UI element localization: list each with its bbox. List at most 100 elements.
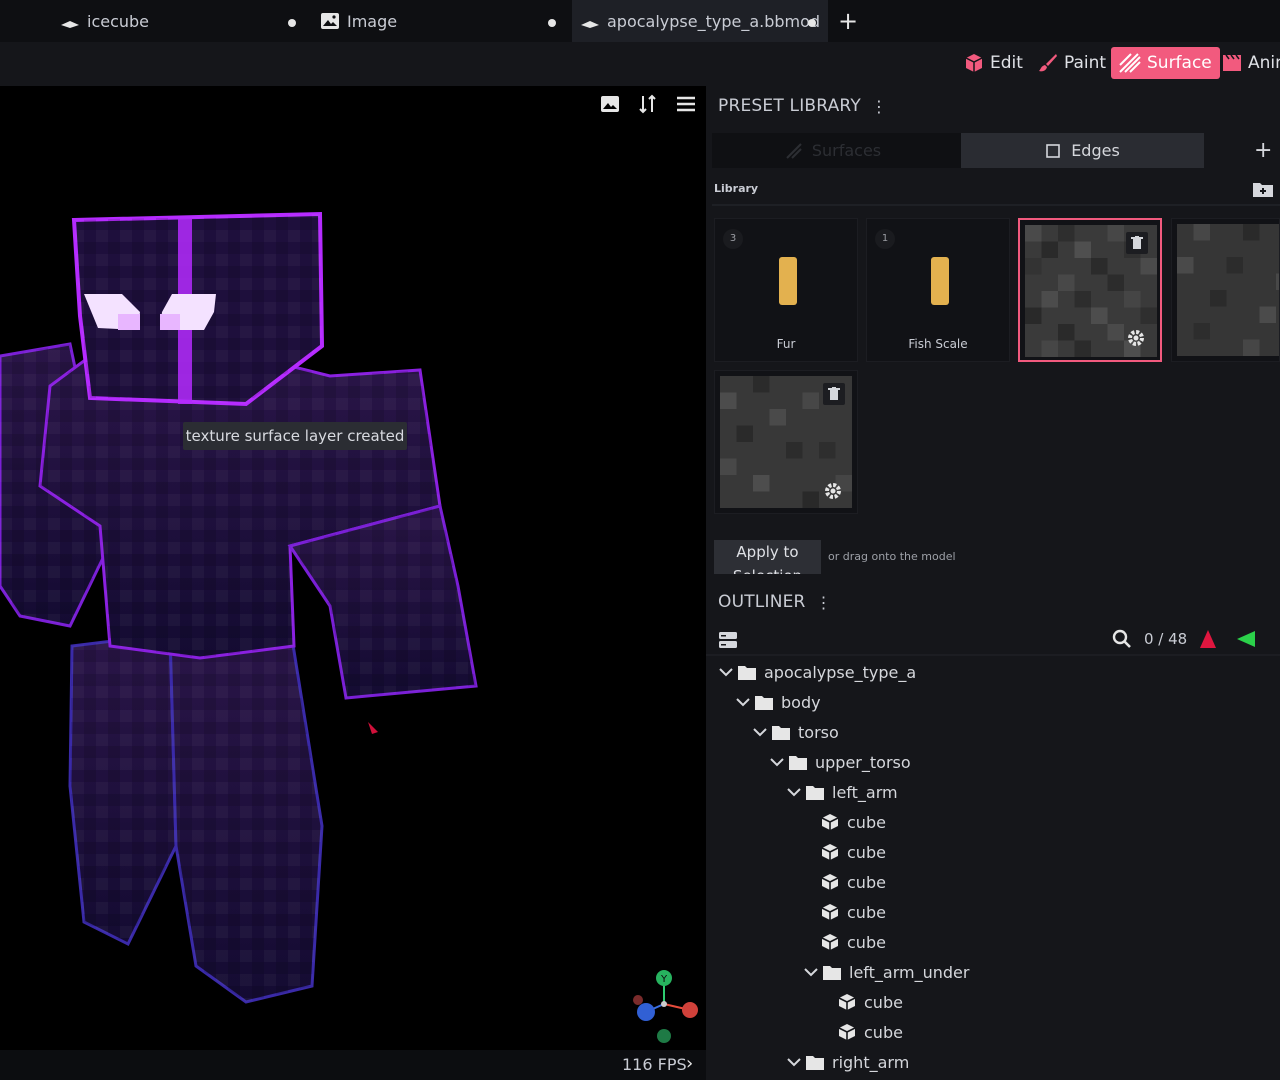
folder-icon [806, 1055, 824, 1070]
folder-icon [772, 725, 790, 740]
chevron-down-icon[interactable] [718, 667, 734, 677]
unsaved-dot-icon[interactable] [548, 19, 556, 27]
outliner-row-label: body [781, 692, 821, 712]
tab-surfaces-label: Surfaces [811, 141, 882, 160]
chevron-down-icon[interactable] [786, 787, 802, 797]
unsaved-dot-icon[interactable] [808, 19, 816, 27]
outliner-cube-row[interactable]: cube [821, 927, 886, 957]
tab-edges[interactable]: Edges [961, 133, 1204, 168]
preset-card-texture[interactable] [1171, 218, 1280, 362]
outliner-cube-row[interactable]: cube [838, 1017, 903, 1047]
outliner-title: OUTLINER [718, 592, 806, 612]
preset-card-texture-selected[interactable] [1018, 218, 1162, 362]
green-triangle-icon[interactable] [1236, 630, 1256, 648]
preset-card-fish-scale[interactable]: 1 Fish Scale [866, 218, 1010, 362]
cube-icon [821, 903, 839, 921]
list-view-icon[interactable] [718, 630, 738, 650]
search-icon[interactable] [1112, 629, 1132, 649]
tab-surfaces[interactable]: Surfaces [712, 133, 955, 168]
outliner-header: OUTLINER ⋮ [718, 592, 832, 612]
clapperboard-icon [1223, 54, 1241, 71]
gizmo-y-label: Y [660, 974, 668, 985]
gear-icon[interactable] [1124, 326, 1148, 350]
apply-hint-text: or drag onto the model [828, 550, 956, 563]
outliner-row-label: cube [847, 902, 886, 922]
axis-gizmo[interactable]: Y [626, 964, 702, 1044]
outliner-row-label: cube [864, 1022, 903, 1042]
red-triangle-icon[interactable] [1198, 629, 1218, 649]
chevron-down-icon[interactable] [786, 1057, 802, 1067]
tab-edges-label: Edges [1071, 141, 1120, 160]
folder-add-icon[interactable] [1252, 180, 1274, 198]
library-section-label: Library [714, 182, 759, 195]
square-outline-icon [1046, 143, 1060, 158]
folder-icon [806, 785, 824, 800]
tab-apocalypse-bbmod[interactable]: apocalypse_type_a.bbmod [572, 0, 828, 42]
chevron-down-icon[interactable] [803, 967, 819, 977]
chevron-down-icon[interactable] [769, 757, 785, 767]
cube-icon [821, 813, 839, 831]
outliner-group-row[interactable]: upper_torso [769, 747, 911, 777]
new-tab-plus-icon[interactable]: + [836, 8, 860, 34]
divider [712, 204, 1280, 206]
gear-icon[interactable] [821, 479, 845, 503]
chevron-down-icon[interactable] [752, 727, 768, 737]
outliner-row-label: left_arm_under [849, 962, 970, 982]
cube-icon [821, 873, 839, 891]
sort-arrows-icon[interactable] [634, 90, 662, 118]
outliner-group-row[interactable]: body [735, 687, 821, 717]
outliner-cube-row[interactable]: cube [838, 987, 903, 1017]
cube-icon [821, 933, 839, 951]
unsaved-dot-icon[interactable] [288, 19, 296, 27]
mode-paint-label: Paint [1064, 53, 1107, 73]
3d-viewport[interactable]: texture surface layer created Y [0, 86, 706, 1050]
notification-toast: texture surface layer created [183, 422, 407, 450]
outliner-cube-row[interactable]: cube [821, 867, 886, 897]
preset-card-label: Fur [776, 337, 796, 351]
outliner-row-label: cube [847, 932, 886, 952]
chevron-right-icon[interactable]: › [686, 1053, 693, 1074]
mode-animate-button[interactable]: Anim [1214, 47, 1280, 79]
tab-image[interactable]: Image [320, 0, 570, 42]
trash-icon[interactable] [1126, 232, 1148, 254]
tab-icecube[interactable]: icecube [60, 0, 310, 42]
kebab-menu-icon[interactable]: ⋮ [871, 97, 887, 116]
mode-edit-button[interactable]: Edit [956, 47, 1031, 79]
enderman-model[interactable] [0, 86, 706, 1050]
surface-hatch-icon [786, 142, 802, 159]
trash-icon[interactable] [823, 383, 845, 405]
mode-paint-button[interactable]: Paint [1030, 47, 1114, 79]
outliner-row-label: right_arm [832, 1052, 910, 1072]
outliner-cube-row[interactable]: cube [821, 807, 886, 837]
outliner-toolbar: 0 / 48 [706, 622, 1280, 656]
outliner-group-row[interactable]: apocalypse_type_a [718, 657, 916, 687]
kebab-menu-icon[interactable]: ⋮ [816, 593, 832, 612]
model-icon [581, 21, 599, 28]
preset-card-fur[interactable]: 3 Fur [714, 218, 858, 362]
outliner-group-row[interactable]: right_arm [786, 1047, 909, 1077]
outliner-row-label: cube [847, 842, 886, 862]
mode-selector-bar: Edit Paint Surface Anim [0, 42, 1280, 86]
outliner-group-row[interactable]: torso [752, 717, 839, 747]
cube-icon [838, 1023, 856, 1041]
folder-icon [823, 965, 841, 980]
outliner-group-row[interactable]: left_arm [786, 777, 898, 807]
hamburger-menu-icon[interactable] [672, 90, 700, 118]
status-bar: 116 FPS › [0, 1050, 706, 1080]
outliner-row-label: apocalypse_type_a [764, 662, 917, 682]
outliner-cube-row[interactable]: cube [821, 837, 886, 867]
chevron-down-icon[interactable] [735, 697, 751, 707]
fish-scale-swatch [931, 257, 949, 305]
usage-count-badge: 1 [875, 229, 895, 249]
background-image-icon[interactable] [596, 90, 624, 118]
preset-card-texture[interactable] [714, 370, 858, 514]
outliner-row-label: upper_torso [815, 752, 911, 772]
add-preset-plus-icon[interactable]: + [1254, 138, 1272, 163]
paintbrush-icon [1039, 54, 1057, 72]
apply-to-selection-button[interactable]: Apply to Selection [714, 540, 821, 574]
outliner-group-row[interactable]: left_arm_under [803, 957, 969, 987]
outliner-cube-row[interactable]: cube [821, 897, 886, 927]
mode-surface-button[interactable]: Surface [1111, 47, 1220, 79]
mode-animate-label: Anim [1248, 53, 1280, 73]
usage-count-badge: 3 [723, 229, 743, 249]
